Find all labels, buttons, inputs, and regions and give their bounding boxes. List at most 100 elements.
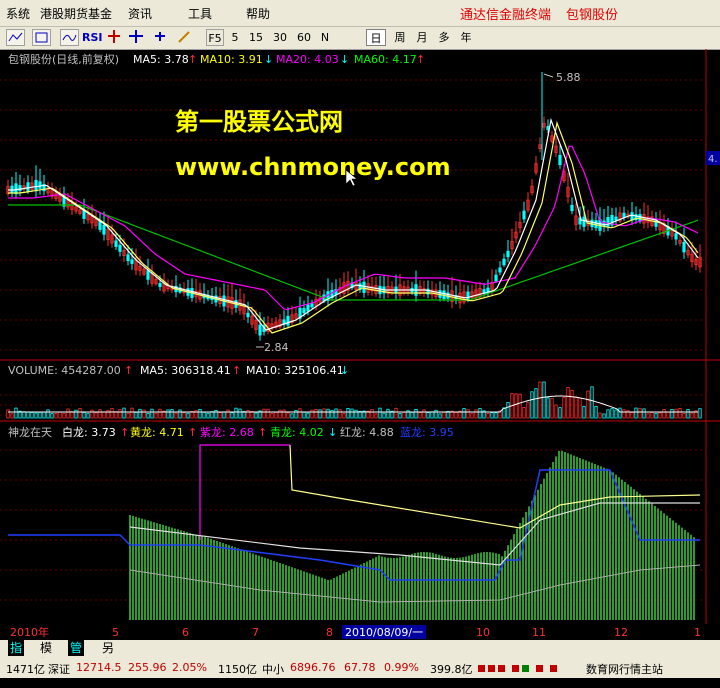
period-15min[interactable]: 15 (246, 29, 266, 46)
volume-bar (594, 406, 598, 419)
volume-bar (638, 407, 642, 419)
stock-title: 包钢股份(日线,前复权) (8, 52, 119, 66)
ticker-sz-value: 12714.5 (76, 661, 122, 674)
time-label-12: 12 (614, 626, 628, 639)
volume-bar (394, 407, 398, 419)
time-axis: 2010年 5 6 7 8 2010/08/09/一 10 11 12 1 (0, 624, 720, 640)
indicator-icon[interactable] (60, 29, 79, 46)
bai-arrow-icon: ↑ (120, 426, 129, 439)
candle-body (466, 291, 470, 301)
volume-bar (154, 412, 158, 419)
volume-bar (586, 390, 590, 419)
period-5min[interactable]: 5 (228, 29, 242, 46)
ticker-sz-label: 深证 (48, 663, 70, 676)
candle-body (302, 308, 306, 314)
period-30min[interactable]: 30 (270, 29, 290, 46)
volume-bar (166, 409, 170, 419)
time-label-10: 10 (476, 626, 490, 639)
volume-bar (674, 408, 678, 419)
time-label-8: 8 (326, 626, 333, 639)
volume-bar (354, 409, 358, 419)
volume-bar (234, 407, 238, 419)
volume-bar (606, 409, 610, 419)
volume-bar (178, 409, 182, 419)
candle-body (502, 258, 506, 266)
indicator-green-bars (129, 450, 695, 620)
volume-bar (150, 408, 154, 419)
f5-button[interactable]: F5 (206, 29, 224, 46)
volume-bar (554, 404, 558, 419)
volume-bar (286, 412, 290, 419)
period-icon[interactable] (32, 29, 51, 46)
candle-body (362, 281, 366, 293)
chart-type-icon[interactable] (6, 29, 25, 46)
tab-manage[interactable]: 管理 (68, 640, 85, 671)
candle-body (558, 154, 562, 166)
tab-save-as[interactable]: 另存为 (100, 640, 116, 687)
tab-template[interactable]: 模板 (38, 640, 54, 671)
menu-info[interactable]: 资讯 (128, 5, 152, 22)
low-price-label: 2.84 (264, 341, 289, 354)
candle-body (146, 270, 150, 280)
volume-bar (90, 409, 94, 419)
volume-bar (326, 408, 330, 419)
zoom-in-icon[interactable] (152, 29, 171, 46)
pencil-icon[interactable] (176, 29, 195, 46)
menu-system[interactable]: 系统 (6, 5, 30, 22)
candle-body (34, 179, 38, 192)
period-60min[interactable]: 60 (294, 29, 314, 46)
volume-bar (266, 408, 270, 419)
move-icon[interactable] (128, 29, 147, 46)
volume-bar (610, 408, 614, 419)
menu-hk-futures[interactable]: 港股期货基金 (40, 5, 112, 22)
volume-bar (678, 408, 682, 419)
period-day[interactable]: 日 (366, 29, 386, 46)
volume-bar (622, 409, 626, 419)
price-tag-label: 4. (708, 154, 718, 165)
candle-body (158, 283, 162, 287)
period-multi[interactable]: 多 (436, 29, 452, 46)
volume-ma5-arrow-icon: ↑ (232, 364, 241, 377)
candle-body (498, 267, 502, 273)
tab-indicator[interactable]: 指标 (8, 640, 25, 671)
volume-bar (290, 413, 294, 419)
volume-bar (382, 412, 386, 419)
huang-long-line (289, 444, 701, 529)
period-month[interactable]: 月 (414, 29, 430, 46)
ticker-vol3: 399.8亿 (430, 663, 473, 676)
period-week[interactable]: 周 (392, 29, 408, 46)
toolbar: RSI F5 5 15 30 60 N 日 周 月 多 年 (0, 27, 720, 50)
ma60-arrow-icon: ↑ (416, 53, 425, 66)
volume-bar (170, 409, 174, 419)
stock-chart[interactable]: 包钢股份(日线,前复权) MA5: 3.78 MA10: 3.91 MA20: … (0, 49, 720, 624)
volume-bar (434, 409, 438, 419)
index-ticker: 1471亿 深证 12714.5 255.96 2.05% 1150亿 中小 6… (0, 658, 720, 678)
volume-bar (370, 409, 374, 419)
period-n[interactable]: N (318, 29, 332, 46)
candle-body (114, 240, 118, 247)
rsi-button[interactable]: RSI (82, 29, 103, 46)
volume-bar (306, 412, 310, 419)
volume-arrow-icon: ↑ (124, 364, 133, 377)
menu-bar: 系统 港股期货基金 资讯 工具 帮助 通达信金融终端 包钢股份 (0, 0, 720, 27)
volume-bars (6, 381, 702, 419)
menu-tools[interactable]: 工具 (188, 5, 212, 22)
volume-bar (174, 412, 178, 419)
volume-bar (618, 407, 622, 419)
menu-help[interactable]: 帮助 (246, 5, 270, 22)
volume-bar (10, 413, 14, 419)
volume-label: VOLUME: 454287.00 (8, 364, 121, 377)
time-label-6: 6 (182, 626, 189, 639)
volume-bar (558, 407, 562, 419)
drag-icon[interactable] (106, 29, 125, 46)
period-year[interactable]: 年 (458, 29, 474, 46)
candle-body (306, 304, 310, 312)
volume-bar (386, 408, 390, 419)
candle-body (582, 216, 586, 227)
time-label-year: 2010年 (10, 625, 49, 639)
volume-bar (82, 412, 86, 419)
volume-bar (590, 386, 594, 419)
ma20-arrow-icon: ↓ (340, 53, 349, 66)
candle-body (126, 254, 130, 262)
volume-bar (654, 412, 658, 419)
